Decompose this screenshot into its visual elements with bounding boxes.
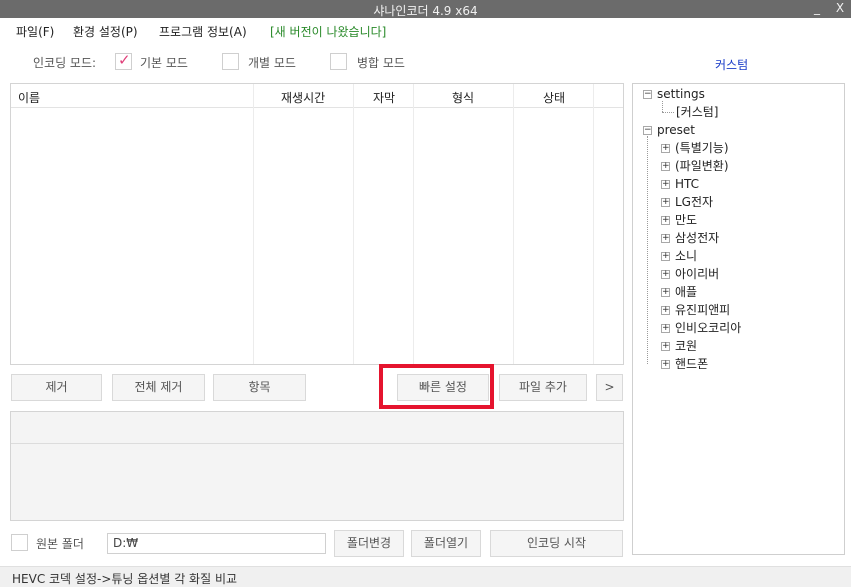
expand-icon[interactable]: + [661,234,670,243]
window-title: 샤나인코더 4.9 x64 [373,4,478,18]
add-file-button[interactable]: 파일 추가 [499,374,587,401]
column-divider [253,84,254,364]
source-folder-checkbox[interactable] [11,534,28,551]
tree-node-preset-item[interactable]: 애플 [675,284,697,300]
basic-mode-label: 기본 모드 [140,56,188,70]
file-list-table[interactable]: 이름 재생시간 자막 형식 상태 [10,83,624,365]
tree-node-preset-item[interactable]: HTC [675,176,699,192]
expand-icon[interactable]: + [661,288,670,297]
title-bar: 샤나인코더 4.9 x64 _ X [0,0,851,18]
encoding-mode-label: 인코딩 모드: [33,56,97,70]
tree-connector [662,112,674,113]
tree-node-preset-item[interactable]: 만도 [675,212,697,228]
column-name[interactable]: 이름 [18,89,40,106]
items-button[interactable]: 항목 [213,374,306,401]
tree-connector [662,101,663,112]
expand-icon[interactable]: + [661,252,670,261]
update-notice-link[interactable]: [새 버전이 나왔습니다] [270,23,386,40]
column-subtitle[interactable]: 자막 [373,89,395,106]
quick-settings-highlight [379,364,494,409]
change-folder-button[interactable]: 폴더변경 [334,530,404,557]
tree-node-preset-item[interactable]: 코원 [675,338,697,354]
menu-settings[interactable]: 환경 설정(P) [73,23,138,40]
minimize-button[interactable]: _ [806,0,828,18]
start-encoding-button[interactable]: 인코딩 시작 [490,530,623,557]
custom-label[interactable]: 커스텀 [715,56,748,73]
tree-node-settings[interactable]: settings [657,86,705,102]
tree-connector [647,136,648,364]
remove-button[interactable]: 제거 [11,374,102,401]
open-folder-button[interactable]: 폴더열기 [411,530,481,557]
tree-node-preset-item[interactable]: 삼성전자 [675,230,719,246]
tree-node-preset-item[interactable]: 소니 [675,248,697,264]
tree-node-preset-item[interactable]: LG전자 [675,194,713,210]
file-list-header: 이름 재생시간 자막 형식 상태 [11,84,623,108]
tree-node-preset[interactable]: preset [657,122,695,138]
check-mark-icon: ✓ [118,51,131,69]
expand-icon[interactable]: + [661,360,670,369]
individual-mode-label: 개별 모드 [248,56,296,70]
tree-node-preset-item[interactable]: 아이리버 [675,266,719,282]
tree-node-preset-item[interactable]: 핸드폰 [675,356,708,372]
expand-icon[interactable]: + [661,144,670,153]
column-divider [593,84,594,364]
remove-all-button[interactable]: 전체 제거 [112,374,205,401]
menu-file[interactable]: 파일(F) [16,23,54,40]
expand-icon[interactable]: + [661,342,670,351]
column-divider [513,84,514,364]
column-divider [413,84,414,364]
close-button[interactable]: X [829,0,851,18]
expand-icon[interactable]: + [661,162,670,171]
log-panel [10,411,624,521]
column-divider [353,84,354,364]
more-button[interactable]: > [596,374,623,401]
tree-node-custom[interactable]: [커스텀] [676,104,718,120]
individual-mode-checkbox[interactable] [222,53,239,70]
tree-node-preset-item[interactable]: 유진피앤피 [675,302,730,318]
merge-mode-label: 병합 모드 [357,56,405,70]
merge-mode-checkbox[interactable] [330,53,347,70]
expand-icon[interactable]: + [661,198,670,207]
expand-icon[interactable]: + [661,270,670,279]
expand-icon[interactable]: + [661,180,670,189]
encoding-mode-bar: 인코딩 모드: ✓ 기본 모드 개별 모드 병합 모드 [0,42,625,82]
expand-icon[interactable]: + [661,306,670,315]
basic-mode-checkbox[interactable]: ✓ [115,51,132,70]
tree-node-preset-item[interactable]: (파일변환) [675,158,729,174]
column-duration[interactable]: 재생시간 [281,89,325,106]
status-bar: HEVC 코덱 설정->튜닝 옵션별 각 화질 비교 [0,566,851,587]
menu-about[interactable]: 프로그램 정보(A) [159,23,247,40]
tree-node-preset-item[interactable]: (특별기능) [675,140,729,156]
tree-node-preset-item[interactable]: 인비오코리아 [675,320,741,336]
collapse-icon[interactable]: − [643,90,652,99]
log-panel-header [11,412,623,444]
menu-bar: 파일(F) 환경 설정(P) 프로그램 정보(A) [새 버전이 나왔습니다] [0,18,851,42]
column-status[interactable]: 상태 [543,89,565,106]
collapse-icon[interactable]: − [643,126,652,135]
expand-icon[interactable]: + [661,324,670,333]
expand-icon[interactable]: + [661,216,670,225]
preset-tree[interactable]: − settings [커스텀] − preset + (특별기능) + (파일… [632,83,845,555]
folder-path-input[interactable]: D:₩ [107,533,326,554]
status-text[interactable]: HEVC 코덱 설정->튜닝 옵션별 각 화질 비교 [12,570,237,587]
column-format[interactable]: 형식 [452,89,474,106]
source-folder-label: 원본 폴더 [36,537,84,551]
